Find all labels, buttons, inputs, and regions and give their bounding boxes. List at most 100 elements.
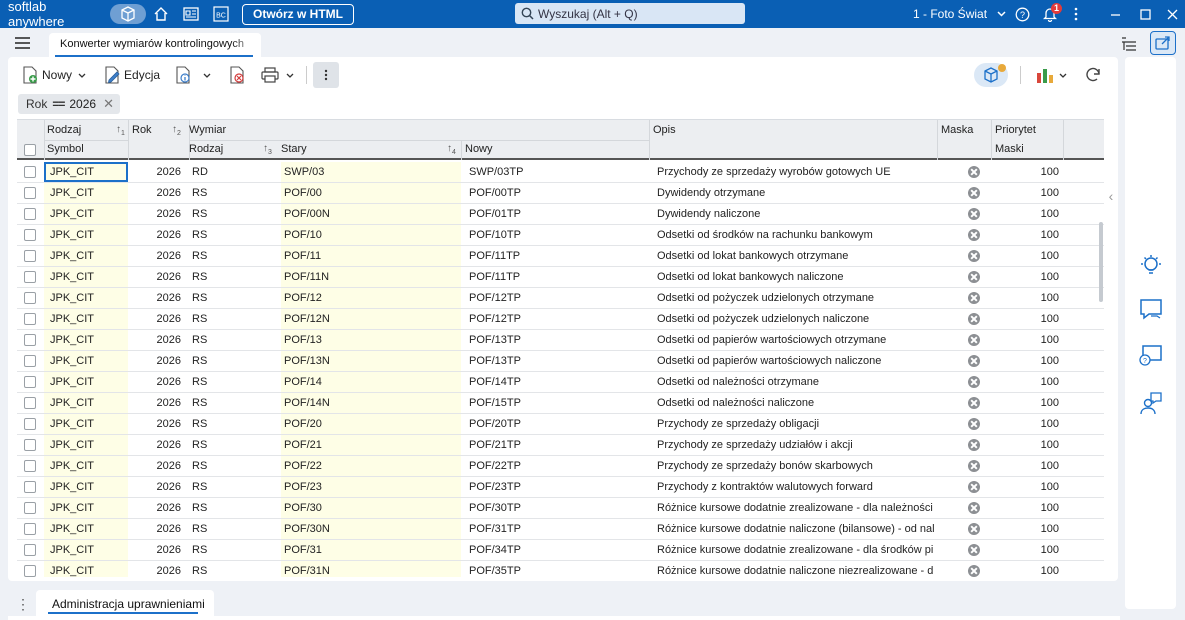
toolbar-more-button[interactable]	[313, 62, 340, 88]
table-row[interactable]: JPK_CIT 2026 RS POF/10 POF/10TP Odsetki od śr…	[17, 225, 1104, 246]
mask-clear-icon[interactable]	[968, 376, 980, 388]
workspace-switch-button[interactable]	[110, 4, 146, 24]
row-checkbox[interactable]	[24, 397, 36, 409]
table-row[interactable]: JPK_CIT 2026 RS POF/00N POF/01TP Dywidendy na…	[17, 204, 1104, 225]
new-button[interactable]: Nowy	[18, 62, 92, 88]
table-row[interactable]: JPK_CIT 2026 RS POF/20 POF/20TP Przychody ze …	[17, 414, 1104, 435]
print-button[interactable]	[258, 62, 300, 88]
mask-clear-icon[interactable]	[968, 355, 980, 367]
select-all-checkbox[interactable]	[24, 144, 36, 156]
chart-button[interactable]	[1033, 62, 1073, 88]
row-checkbox[interactable]	[24, 481, 36, 493]
row-checkbox[interactable]	[24, 460, 36, 472]
help-button[interactable]: ?	[1010, 0, 1034, 28]
row-checkbox[interactable]	[24, 166, 36, 178]
mask-clear-icon[interactable]	[968, 523, 980, 535]
header-maski[interactable]: Maski	[995, 143, 1024, 155]
mask-clear-icon[interactable]	[968, 313, 980, 325]
bottom-menu-icon[interactable]: ⋮	[16, 596, 30, 613]
minimize-button[interactable]	[1103, 0, 1127, 28]
row-checkbox[interactable]	[24, 502, 36, 514]
table-row[interactable]: JPK_CIT 2026 RS POF/14N POF/15TP Odsetki od n…	[17, 393, 1104, 414]
scrollbar-thumb[interactable]	[1099, 222, 1103, 302]
mask-clear-icon[interactable]	[968, 208, 980, 220]
share-button[interactable]	[1150, 31, 1176, 55]
header-nowy[interactable]: Nowy	[465, 143, 493, 155]
table-row[interactable]: JPK_CIT 2026 RS POF/30 POF/30TP Różnice kurso…	[17, 498, 1104, 519]
mask-clear-icon[interactable]	[968, 565, 980, 577]
mask-clear-icon[interactable]	[968, 166, 980, 178]
row-checkbox[interactable]	[24, 208, 36, 220]
edit-button[interactable]: Edycja	[100, 62, 163, 88]
table-row[interactable]: JPK_CIT 2026 RS POF/11N POF/11TP Odsetki od l…	[17, 267, 1104, 288]
table-row[interactable]: JPK_CIT 2026 RS POF/22 POF/22TP Przychody ze …	[17, 456, 1104, 477]
company-selector[interactable]: 1 - Foto Świat	[913, 0, 1006, 28]
mask-clear-icon[interactable]	[968, 439, 980, 451]
table-row[interactable]: JPK_CIT 2026 RS POF/00 POF/00TP Dywidendy otr…	[17, 183, 1104, 204]
row-checkbox[interactable]	[24, 271, 36, 283]
chat-button[interactable]	[1139, 297, 1163, 321]
table-row[interactable]: JPK_CIT 2026 RS POF/31N POF/35TP Różnice kurs…	[17, 561, 1104, 577]
mask-clear-icon[interactable]	[968, 187, 980, 199]
row-checkbox[interactable]	[24, 418, 36, 430]
header-priorytet[interactable]: Priorytet	[995, 124, 1036, 136]
sort-icon[interactable]: ↑3	[263, 143, 272, 156]
ideas-button[interactable]	[1139, 253, 1163, 277]
row-checkbox[interactable]	[24, 313, 36, 325]
tab-administracja[interactable]: Administracja uprawnieniami	[36, 590, 214, 616]
more-menu-button[interactable]	[1064, 0, 1088, 28]
mask-clear-icon[interactable]	[968, 292, 980, 304]
delete-button[interactable]	[225, 62, 252, 88]
header-rodzaj[interactable]: Rodzaj	[47, 124, 81, 136]
main-menu-button[interactable]	[15, 37, 30, 52]
remove-filter-icon[interactable]: ✕	[103, 96, 114, 112]
table-row[interactable]: JPK_CIT 2026 RS POF/13 POF/13TP Odsetki od pa…	[17, 330, 1104, 351]
tab-konwerter[interactable]: Konwerter wymiarów kontrolingowych	[49, 33, 261, 57]
mask-clear-icon[interactable]	[968, 460, 980, 472]
close-window-button[interactable]	[1160, 0, 1184, 28]
mask-clear-icon[interactable]	[968, 250, 980, 262]
layout-button[interactable]	[1117, 33, 1141, 55]
home-button[interactable]	[146, 0, 176, 28]
header-symbol[interactable]: Symbol	[47, 143, 84, 155]
table-row[interactable]: JPK_CIT 2026 RS POF/12 POF/12TP Odsetki od po…	[17, 288, 1104, 309]
mask-clear-icon[interactable]	[968, 229, 980, 241]
mask-clear-icon[interactable]	[968, 544, 980, 556]
mask-clear-icon[interactable]	[968, 271, 980, 283]
row-checkbox[interactable]	[24, 355, 36, 367]
header-opis[interactable]: Opis	[653, 124, 676, 136]
row-checkbox[interactable]	[24, 229, 36, 241]
collapse-panel-button[interactable]: ‹	[1104, 177, 1118, 215]
header-stary[interactable]: Stary	[281, 143, 307, 155]
table-row[interactable]: JPK_CIT 2026 RS POF/21 POF/21TP Przychody ze …	[17, 435, 1104, 456]
row-checkbox[interactable]	[24, 439, 36, 451]
bc-button[interactable]: BC	[206, 0, 236, 28]
mask-clear-icon[interactable]	[968, 418, 980, 430]
sort-icon[interactable]: ↑1	[116, 124, 125, 137]
maximize-button[interactable]	[1133, 0, 1157, 28]
table-row[interactable]: JPK_CIT 2026 RS POF/14 POF/14TP Odsetki od na…	[17, 372, 1104, 393]
open-in-html-button[interactable]: Otwórz w HTML	[242, 3, 354, 25]
sort-icon[interactable]: ↑2	[172, 124, 181, 137]
row-checkbox[interactable]	[24, 334, 36, 346]
sort-icon[interactable]: ↑4	[447, 143, 456, 156]
header-maska[interactable]: Maska	[941, 124, 973, 136]
table-row[interactable]: JPK_CIT 2026 RS POF/23 POF/23TP Przychody z k…	[17, 477, 1104, 498]
table-row[interactable]: JPK_CIT 2026 RS POF/31 POF/34TP Różnice kurso…	[17, 540, 1104, 561]
row-checkbox[interactable]	[24, 544, 36, 556]
row-checkbox[interactable]	[24, 523, 36, 535]
table-row[interactable]: JPK_CIT 2026 RS POF/30N POF/31TP Różnice kurs…	[17, 519, 1104, 540]
vertical-scrollbar[interactable]	[1098, 167, 1106, 577]
support-button[interactable]	[1139, 391, 1163, 415]
header-rok[interactable]: Rok	[132, 124, 152, 136]
table-row[interactable]: JPK_CIT 2026 RS POF/12N POF/12TP Odsetki od p…	[17, 309, 1104, 330]
mask-clear-icon[interactable]	[968, 334, 980, 346]
row-checkbox[interactable]	[24, 250, 36, 262]
mask-clear-icon[interactable]	[968, 397, 980, 409]
row-checkbox[interactable]	[24, 187, 36, 199]
header-wymiar-rodzaj[interactable]: Rodzaj	[189, 143, 223, 155]
info-button[interactable]	[171, 62, 217, 88]
table-row[interactable]: JPK_CIT 2026 RD SWP/03 SWP/03TP Przychody ze …	[17, 162, 1104, 183]
row-checkbox[interactable]	[24, 376, 36, 388]
header-wymiar[interactable]: Wymiar	[189, 124, 226, 136]
